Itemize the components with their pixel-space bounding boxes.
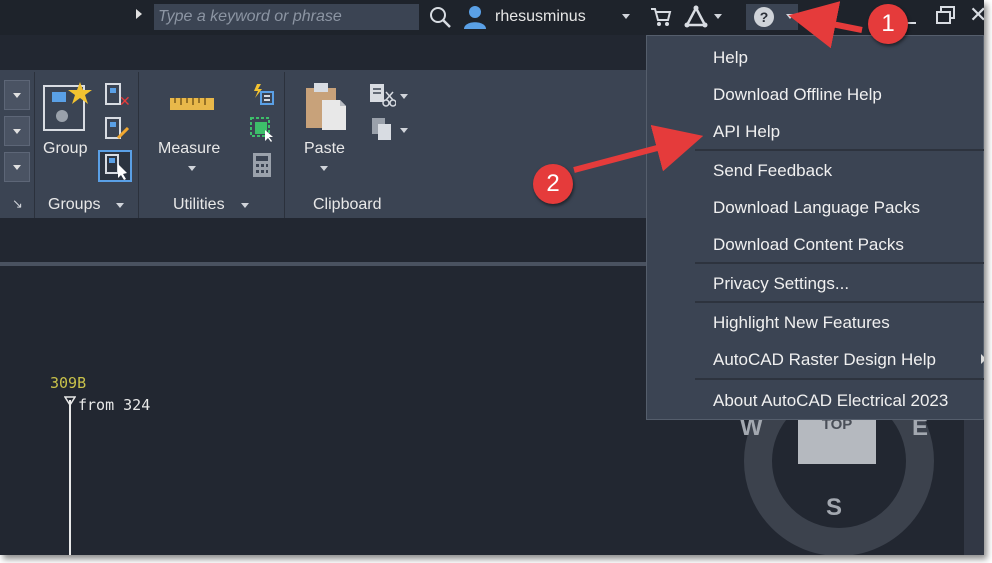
groups-panel-caret[interactable] xyxy=(116,203,124,208)
dropdown-3[interactable] xyxy=(4,152,30,182)
quick-select-icon[interactable] xyxy=(249,82,275,108)
paste-icon[interactable] xyxy=(304,80,348,132)
measure-button-label[interactable]: Measure xyxy=(158,140,220,158)
from-label[interactable]: from 324 xyxy=(78,396,150,414)
svg-text:✕: ✕ xyxy=(119,94,130,108)
utilities-panel-caret[interactable] xyxy=(241,203,249,208)
a360-menu-caret[interactable] xyxy=(714,14,722,19)
panel-label-utilities[interactable]: Utilities xyxy=(173,196,225,214)
annotation-badge-2: 2 xyxy=(533,164,573,204)
menu-item-download-language-packs[interactable]: Download Language Packs xyxy=(713,198,920,218)
copy-caret[interactable] xyxy=(400,128,408,133)
help-menu-caret[interactable] xyxy=(786,14,794,19)
panel-label-clipboard[interactable]: Clipboard xyxy=(313,196,381,214)
submenu-arrow-icon xyxy=(981,354,984,364)
user-menu-caret[interactable] xyxy=(622,14,630,19)
user-icon[interactable] xyxy=(462,4,488,30)
calculator-icon[interactable] xyxy=(252,152,272,178)
panel-launcher-icon[interactable]: ↘ xyxy=(12,196,23,212)
copy-icon[interactable] xyxy=(370,116,394,142)
menu-item-download-content-packs[interactable]: Download Content Packs xyxy=(713,235,904,255)
search-expand-arrow[interactable] xyxy=(136,9,142,19)
cut-caret[interactable] xyxy=(400,94,408,99)
group-icon[interactable] xyxy=(42,80,94,132)
paste-caret[interactable] xyxy=(320,166,328,171)
measure-caret[interactable] xyxy=(188,166,196,171)
cart-icon[interactable] xyxy=(650,6,672,28)
ruler-icon[interactable] xyxy=(170,96,214,112)
annotation-badge-1: 1 xyxy=(868,4,908,44)
autodesk-a360-icon[interactable] xyxy=(684,5,708,29)
menu-separator xyxy=(695,378,984,380)
search-input[interactable]: Type a keyword or phrase xyxy=(154,4,419,30)
menu-separator xyxy=(695,149,984,151)
title-bar: Type a keyword or phrase rhesusminus ? ✕ xyxy=(0,0,984,35)
help-button[interactable]: ? xyxy=(746,4,798,30)
menu-item-help[interactable]: Help xyxy=(713,48,748,68)
menu-item-about[interactable]: About AutoCAD Electrical 2023 xyxy=(713,391,948,411)
paste-button-label[interactable]: Paste xyxy=(304,140,345,158)
user-name[interactable]: rhesusminus xyxy=(495,8,586,26)
search-icon[interactable] xyxy=(428,5,452,29)
menu-item-download-offline-help[interactable]: Download Offline Help xyxy=(713,85,882,105)
menu-item-send-feedback[interactable]: Send Feedback xyxy=(713,161,832,181)
group-edit-icon[interactable] xyxy=(104,116,130,142)
autocad-window: Type a keyword or phrase rhesusminus ? ✕… xyxy=(0,0,984,555)
wire-number-label[interactable]: 309B xyxy=(50,374,86,392)
menu-item-api-help[interactable]: API Help xyxy=(713,122,780,142)
menu-item-raster-design-help[interactable]: AutoCAD Raster Design Help xyxy=(713,350,936,370)
ungroup-icon[interactable]: ✕ xyxy=(104,82,130,108)
help-menu: Help Download Offline Help API Help Send… xyxy=(646,35,984,420)
menu-separator xyxy=(695,301,984,303)
cut-icon[interactable] xyxy=(368,82,396,108)
close-icon[interactable]: ✕ xyxy=(969,3,984,28)
select-all-icon[interactable] xyxy=(249,116,275,142)
panel-label-groups[interactable]: Groups xyxy=(48,196,100,214)
wire-line[interactable] xyxy=(69,400,71,555)
group-select-icon[interactable] xyxy=(98,150,132,182)
menu-item-highlight-new-features[interactable]: Highlight New Features xyxy=(713,313,890,333)
help-icon: ? xyxy=(754,7,774,27)
dropdown-2[interactable] xyxy=(4,116,30,146)
compass-south[interactable]: S xyxy=(826,494,842,522)
restore-icon[interactable] xyxy=(936,6,955,24)
group-button-label[interactable]: Group xyxy=(43,140,87,158)
dropdown-1[interactable] xyxy=(4,80,30,110)
menu-separator xyxy=(695,262,984,264)
menu-item-privacy-settings[interactable]: Privacy Settings... xyxy=(713,274,849,294)
